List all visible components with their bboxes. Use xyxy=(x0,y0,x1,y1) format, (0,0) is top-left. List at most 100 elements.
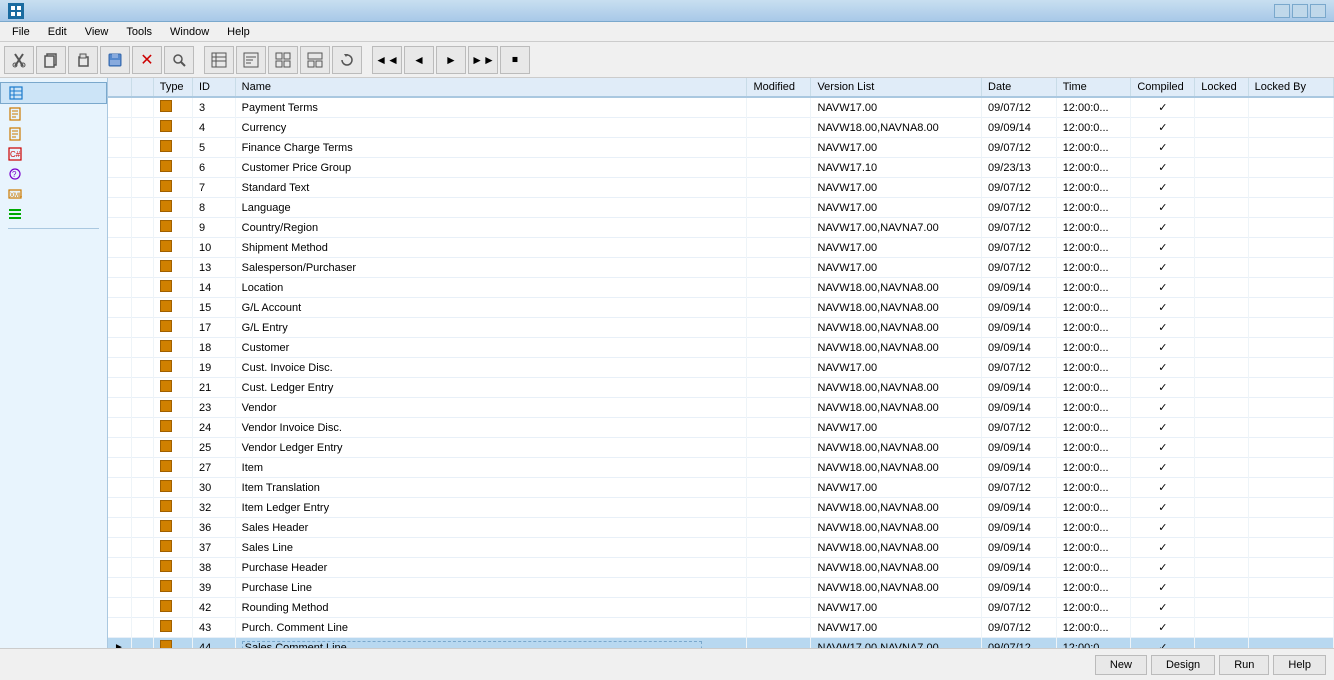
sidebar-item-menusuite[interactable] xyxy=(0,204,107,224)
sidebar-item-all[interactable] xyxy=(0,233,107,239)
menu-view[interactable]: View xyxy=(77,24,117,40)
sidebar-item-codeunit[interactable]: C# xyxy=(0,144,107,164)
row-version: NAVW18.00,NAVNA8.00 xyxy=(811,338,982,358)
table-row[interactable]: 8LanguageNAVW17.0009/07/1212:00:0...✓ xyxy=(108,198,1334,218)
row-version: NAVW18.00,NAVNA8.00 xyxy=(811,578,982,598)
table-row[interactable]: 7Standard TextNAVW17.0009/07/1212:00:0..… xyxy=(108,178,1334,198)
row-version: NAVW18.00,NAVNA8.00 xyxy=(811,378,982,398)
table-row[interactable]: 3Payment TermsNAVW17.0009/07/1212:00:0..… xyxy=(108,97,1334,118)
table-row[interactable]: 18CustomerNAVW18.00,NAVNA8.0009/09/1412:… xyxy=(108,338,1334,358)
prev-button[interactable]: ◄ xyxy=(404,46,434,74)
last-button[interactable]: ►► xyxy=(468,46,498,74)
maximize-button[interactable] xyxy=(1292,4,1308,18)
table-row[interactable]: 15G/L AccountNAVW18.00,NAVNA8.0009/09/14… xyxy=(108,298,1334,318)
sidebar-item-query[interactable]: ? xyxy=(0,164,107,184)
row-compiled: ✓ xyxy=(1131,498,1195,518)
row-arrow xyxy=(108,398,132,418)
table-row[interactable]: 13Salesperson/PurchaserNAVW17.0009/07/12… xyxy=(108,258,1334,278)
sidebar-item-page[interactable] xyxy=(0,104,107,124)
row-type-icon xyxy=(153,198,192,218)
table-row[interactable]: 39Purchase LineNAVW18.00,NAVNA8.0009/09/… xyxy=(108,578,1334,598)
row-date: 09/09/14 xyxy=(982,318,1057,338)
row-id: 32 xyxy=(193,498,236,518)
row-modified xyxy=(747,97,811,118)
run-button[interactable]: Run xyxy=(1219,655,1269,675)
table-row[interactable]: 42Rounding MethodNAVW17.0009/07/1212:00:… xyxy=(108,598,1334,618)
row-name: Purchase Header xyxy=(235,558,747,578)
sidebar-item-xmlport[interactable]: XML xyxy=(0,184,107,204)
cut-button[interactable] xyxy=(4,46,34,74)
table-row[interactable]: 6Customer Price GroupNAVW17.1009/23/1312… xyxy=(108,158,1334,178)
minimize-button[interactable] xyxy=(1274,4,1290,18)
table-row[interactable]: 37Sales LineNAVW18.00,NAVNA8.0009/09/141… xyxy=(108,538,1334,558)
design-button[interactable]: Design xyxy=(1151,655,1215,675)
table-row[interactable]: 5Finance Charge TermsNAVW17.0009/07/1212… xyxy=(108,138,1334,158)
object-list[interactable]: Type ID Name Modified Version List Date … xyxy=(108,78,1334,648)
layout-button[interactable] xyxy=(300,46,330,74)
row-compiled: ✓ xyxy=(1131,578,1195,598)
table-row[interactable]: 9Country/RegionNAVW17.00,NAVNA7.0009/07/… xyxy=(108,218,1334,238)
refresh-button[interactable] xyxy=(332,46,362,74)
delete-button[interactable]: ✕ xyxy=(132,46,162,74)
table-row[interactable]: 23VendorNAVW18.00,NAVNA8.0009/09/1412:00… xyxy=(108,398,1334,418)
table-row[interactable]: 24Vendor Invoice Disc.NAVW17.0009/07/121… xyxy=(108,418,1334,438)
first-button[interactable]: ◄◄ xyxy=(372,46,402,74)
next-button[interactable]: ► xyxy=(436,46,466,74)
row-compiled: ✓ xyxy=(1131,298,1195,318)
table-row[interactable]: 43Purch. Comment LineNAVW17.0009/07/1212… xyxy=(108,618,1334,638)
help-button[interactable]: Help xyxy=(1273,655,1326,675)
row-locked-by xyxy=(1248,138,1333,158)
menu-file[interactable]: File xyxy=(4,24,38,40)
row-arrow xyxy=(108,158,132,178)
table-row[interactable]: 19Cust. Invoice Disc.NAVW17.0009/07/1212… xyxy=(108,358,1334,378)
table-row[interactable]: 30Item TranslationNAVW17.0009/07/1212:00… xyxy=(108,478,1334,498)
stop-button[interactable]: ⏹ xyxy=(500,46,530,74)
row-time: 12:00:0... xyxy=(1056,578,1131,598)
row-type-icon xyxy=(153,158,192,178)
row-version: NAVW17.00,NAVNA7.00 xyxy=(811,638,982,649)
table-row[interactable]: 32Item Ledger EntryNAVW18.00,NAVNA8.0009… xyxy=(108,498,1334,518)
table-row[interactable]: 10Shipment MethodNAVW17.0009/07/1212:00:… xyxy=(108,238,1334,258)
table-row[interactable]: ►44NAVW17.00,NAVNA7.0009/07/1212:00:0...… xyxy=(108,638,1334,649)
row-name-input[interactable] xyxy=(242,641,702,649)
sidebar-item-table[interactable] xyxy=(0,82,107,104)
new-button[interactable]: New xyxy=(1095,655,1147,675)
table-row[interactable]: 17G/L EntryNAVW18.00,NAVNA8.0009/09/1412… xyxy=(108,318,1334,338)
row-locked xyxy=(1195,398,1248,418)
row-id: 18 xyxy=(193,338,236,358)
row-time: 12:00:0... xyxy=(1056,638,1131,649)
menu-help[interactable]: Help xyxy=(219,24,258,40)
row-version: NAVW17.00 xyxy=(811,238,982,258)
row-date: 09/07/12 xyxy=(982,478,1057,498)
menu-tools[interactable]: Tools xyxy=(118,24,160,40)
paste-button[interactable] xyxy=(68,46,98,74)
table-row[interactable]: 21Cust. Ledger EntryNAVW18.00,NAVNA8.000… xyxy=(108,378,1334,398)
row-locked-by xyxy=(1248,218,1333,238)
xmlport-icon: XML xyxy=(8,187,22,201)
row-locked-by xyxy=(1248,558,1333,578)
row-name: G/L Account xyxy=(235,298,747,318)
row-date: 09/09/14 xyxy=(982,118,1057,138)
table-row[interactable]: 25Vendor Ledger EntryNAVW18.00,NAVNA8.00… xyxy=(108,438,1334,458)
grid-view-button[interactable] xyxy=(268,46,298,74)
save-button[interactable] xyxy=(100,46,130,74)
row-locked-by xyxy=(1248,97,1333,118)
table-row[interactable]: 14LocationNAVW18.00,NAVNA8.0009/09/1412:… xyxy=(108,278,1334,298)
row-name: Purch. Comment Line xyxy=(235,618,747,638)
close-button[interactable] xyxy=(1310,4,1326,18)
form-view-button[interactable] xyxy=(236,46,266,74)
table-row[interactable]: 38Purchase HeaderNAVW18.00,NAVNA8.0009/0… xyxy=(108,558,1334,578)
row-locked xyxy=(1195,438,1248,458)
table-row[interactable]: 27ItemNAVW18.00,NAVNA8.0009/09/1412:00:0… xyxy=(108,458,1334,478)
row-name: Language xyxy=(235,198,747,218)
row-type-icon xyxy=(153,638,192,649)
copy-button[interactable] xyxy=(36,46,66,74)
table-row[interactable]: 36Sales HeaderNAVW18.00,NAVNA8.0009/09/1… xyxy=(108,518,1334,538)
find-button[interactable] xyxy=(164,46,194,74)
menu-window[interactable]: Window xyxy=(162,24,217,40)
row-locked-by xyxy=(1248,378,1333,398)
menu-edit[interactable]: Edit xyxy=(40,24,75,40)
table-row[interactable]: 4CurrencyNAVW18.00,NAVNA8.0009/09/1412:0… xyxy=(108,118,1334,138)
sidebar-item-report[interactable] xyxy=(0,124,107,144)
table-view-button[interactable] xyxy=(204,46,234,74)
